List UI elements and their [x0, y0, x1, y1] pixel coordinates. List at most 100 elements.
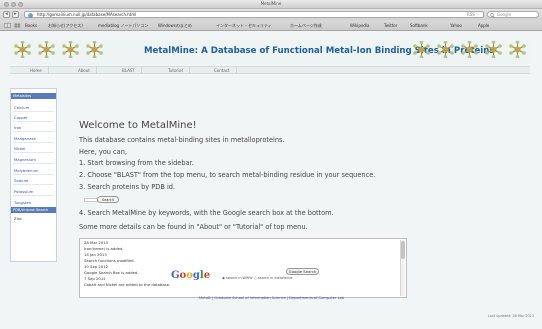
- bookmarks-book-icon[interactable]: [4, 23, 11, 28]
- metal-ion-icon: [413, 41, 430, 58]
- radio-www[interactable]: ◉: [222, 276, 225, 280]
- radio-www-label: search in WWW: [226, 276, 253, 280]
- welcome-heading: Welcome to MetalMine!: [79, 120, 197, 131]
- news-line: 14 Jan 2013: [84, 252, 107, 257]
- bookmark-item[interactable]: Wikipedia: [350, 23, 370, 28]
- last-updated: Last updated: 28 Mar 2013: [488, 314, 534, 318]
- navigation-toolbar: ◂ ▸ http://gomainium.nuil.jp/database/MA…: [0, 9, 542, 20]
- metal-ion-icon: [86, 41, 103, 58]
- google-search-button[interactable]: Google Search: [286, 268, 319, 275]
- radio-metalmine-label: search in metalmine: [257, 276, 293, 280]
- forward-button[interactable]: ▸: [12, 11, 19, 18]
- more-details: Some more details can be found in "About…: [79, 223, 308, 231]
- url-text: http://gomainium.nuil.jp/database/MAsear…: [37, 12, 137, 17]
- bookmark-item[interactable]: ホームページ作成: [290, 23, 322, 28]
- sidebar-divider: [13, 152, 54, 153]
- sidebar-divider: [13, 174, 54, 175]
- window-title: MetalMine: [260, 1, 282, 6]
- news-line: Iron(heme) is added.: [84, 246, 124, 251]
- bookmark-item[interactable]: インターネット・セキュリティ: [216, 23, 272, 28]
- sidebar-divider: [13, 121, 54, 122]
- sidebar: Metalsites Calcium Copper Iron Manganese…: [10, 88, 57, 262]
- sidebar-header: Metalsites: [11, 93, 56, 99]
- search-placeholder: Google: [497, 12, 512, 17]
- intro-line: This database contains metal-binding sit…: [79, 136, 285, 144]
- top-sites-grid-icon[interactable]: [14, 23, 21, 28]
- google-logo-letter: e: [203, 270, 211, 281]
- sidebar-item-tungsten[interactable]: Tungsten: [14, 200, 31, 205]
- footer-links[interactable]: MetaD | Graduate School of Information S…: [199, 296, 344, 300]
- google-logo: Google: [171, 270, 210, 281]
- news-line: Search functions modified.: [84, 258, 135, 263]
- sidebar-divider: [13, 131, 54, 132]
- menu-home[interactable]: Home: [30, 67, 49, 74]
- rss-icon[interactable]: RSS: [467, 12, 475, 18]
- step-pdb: 3. Search proteins by PDB id.: [79, 183, 176, 191]
- menu-blast[interactable]: BLAST: [122, 67, 142, 74]
- step-keywords: 4. Search MetalMine by keywords, with th…: [79, 209, 334, 217]
- news-line: 7 Sep 2012: [84, 276, 106, 281]
- metal-ion-icon: [509, 41, 526, 58]
- menu-about[interactable]: About: [78, 67, 97, 74]
- site-banner: MetalMine: A Database of Functional Meta…: [10, 38, 530, 64]
- menu-tutorial[interactable]: Tutorial: [168, 67, 190, 74]
- metal-ion-icon: [14, 41, 31, 58]
- sidebar-divider: [13, 111, 54, 112]
- sidebar-item-potassium[interactable]: Potassium: [14, 189, 33, 194]
- sidebar-item-zinc[interactable]: Zinc: [14, 216, 22, 221]
- metal-ion-icon: [62, 41, 79, 58]
- back-button[interactable]: ◂: [3, 11, 10, 18]
- sidebar-divider: [13, 163, 54, 164]
- sidebar-item-manganese[interactable]: Manganese: [14, 136, 36, 141]
- news-line: 10 Sep 2012: [84, 264, 109, 269]
- browser-search-field[interactable]: Google: [487, 11, 539, 18]
- step-browse: 1. Start browsing from the sidebar.: [79, 159, 194, 167]
- globe-icon: [28, 13, 33, 18]
- sidebar-item-iron[interactable]: Iron: [14, 125, 21, 130]
- address-bar[interactable]: http://gomainium.nuil.jp/database/MAsear…: [24, 11, 484, 18]
- sidebar-item-calcium[interactable]: Calcium: [14, 105, 29, 110]
- bookmark-item[interactable]: Yahoo: [450, 23, 462, 28]
- sidebar-item-magnesium[interactable]: Magnesium: [14, 157, 36, 162]
- step-blast: 2. Choose "BLAST" from the top menu, to …: [79, 171, 376, 179]
- news-scrollbar[interactable]: [400, 240, 405, 296]
- google-logo-letter: G: [171, 270, 180, 281]
- metal-ion-icon: [437, 41, 454, 58]
- title-bar: MetalMine: [0, 0, 542, 9]
- metal-ion-icon: [485, 41, 502, 58]
- sidebar-divider: [13, 142, 54, 143]
- bookmarks-bar: Books お知らせ(アクセス) mediablog ノートパソコン Windo…: [0, 20, 542, 31]
- news-scroll-thumb[interactable]: [401, 241, 405, 259]
- browser-window: MetalMine ◂ ▸ http://gomainium.nuil.jp/d…: [0, 0, 542, 329]
- sidebar-divider: [13, 195, 54, 196]
- bookmark-item[interactable]: Softbank: [410, 23, 428, 28]
- sidebar-item-copper[interactable]: Copper: [14, 115, 28, 120]
- top-menu: Home About BLAST Tutorial Contact: [10, 66, 530, 74]
- google-search-scope: ◉ search in WWW ○ search in metalmine: [222, 276, 292, 280]
- sidebar-item-nickel[interactable]: Nickel: [14, 146, 25, 151]
- bookmark-item[interactable]: Books: [25, 23, 37, 28]
- bookmark-item[interactable]: お知らせ(アクセス): [48, 23, 83, 28]
- sidebar-header-pdb: PDB/Uniprot Search: [11, 207, 56, 213]
- bookmark-item[interactable]: Windowsのまとめ: [158, 23, 192, 28]
- pdb-id-input[interactable]: [84, 198, 98, 202]
- google-logo-letter: g: [192, 270, 200, 281]
- metal-ion-icon: [38, 41, 55, 58]
- bookmark-item[interactable]: mediablog ノートパソコン: [98, 23, 148, 28]
- magnifier-icon: [490, 13, 495, 18]
- google-logo-letter: o: [186, 270, 193, 281]
- bookmark-item[interactable]: Apple: [478, 23, 489, 28]
- news-box[interactable]: 28 Mar 2013 Iron(heme) is added. 14 Jan …: [79, 238, 407, 298]
- sidebar-item-sodium[interactable]: Sodium: [14, 178, 28, 183]
- sidebar-item-molybdenum[interactable]: Molybdenum: [14, 168, 39, 173]
- pdb-search-button[interactable]: Search: [97, 196, 119, 203]
- bookmark-item[interactable]: Twitter: [384, 23, 397, 28]
- menu-contact[interactable]: Contact: [214, 67, 237, 74]
- news-line: Google Search Box is added.: [84, 270, 139, 275]
- news-line: 28 Mar 2013: [84, 240, 109, 245]
- radio-metalmine[interactable]: ○: [254, 276, 257, 280]
- metal-ion-icon: [461, 41, 478, 58]
- web-page: MetalMine: A Database of Functional Meta…: [0, 32, 542, 329]
- intro-line: Here, you can,: [79, 148, 127, 156]
- news-line: Cobalt and Nickel are added to the datab…: [84, 282, 171, 287]
